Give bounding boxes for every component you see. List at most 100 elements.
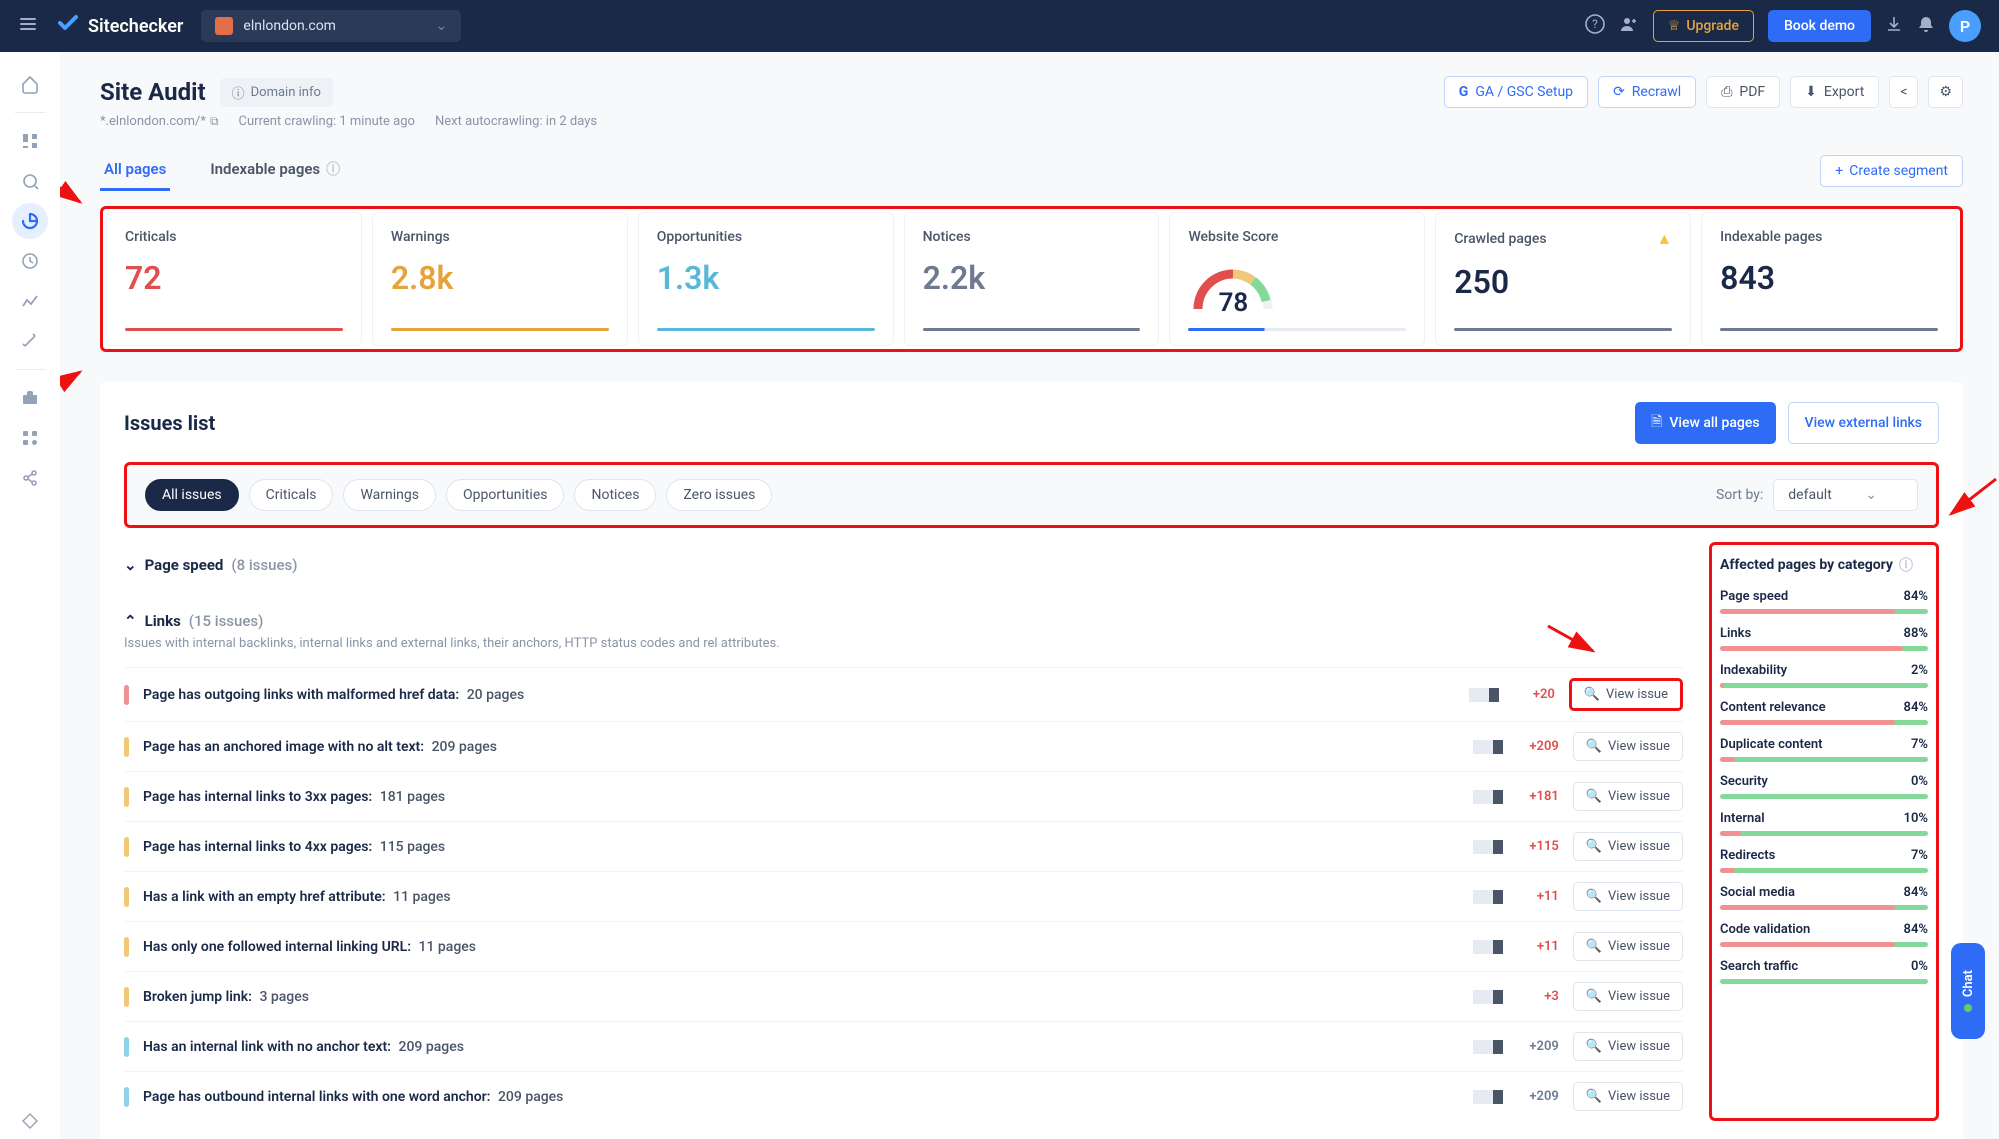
affected-title: Affected pages by categoryⓘ (1716, 549, 1932, 575)
scope-link[interactable]: *.elnlondon.com/*⧉ (100, 114, 219, 129)
affected-category[interactable]: Security0% (1716, 774, 1932, 799)
chevron-down-icon: ⌄ (124, 556, 137, 574)
category-bar (1720, 757, 1928, 762)
create-segment-button[interactable]: + Create segment (1820, 155, 1963, 187)
view-issue-button[interactable]: 🔍View issue (1573, 782, 1683, 811)
affected-category[interactable]: Social media84% (1716, 885, 1932, 910)
menu-icon[interactable] (18, 14, 38, 38)
user-avatar[interactable]: P (1949, 10, 1981, 42)
sidebar-monitor-icon[interactable] (12, 243, 48, 279)
issue-text: Page has an anchored image with no alt t… (143, 739, 424, 755)
filter-notices[interactable]: Notices (574, 479, 656, 511)
upgrade-button[interactable]: ♕ Upgrade (1653, 10, 1754, 42)
stat-warnings[interactable]: Warnings 2.8k (372, 212, 628, 346)
share-button[interactable]: < (1889, 76, 1918, 108)
sidebar-apps-icon[interactable] (12, 420, 48, 456)
sidebar-diamond-icon[interactable] (12, 1103, 48, 1139)
view-issue-button[interactable]: 🔍View issue (1573, 932, 1683, 961)
score-gauge: 78 (1188, 259, 1278, 314)
stat-bar (391, 328, 609, 331)
stat-score[interactable]: Website Score 78 (1169, 212, 1425, 346)
sidebar-home-icon[interactable] (12, 66, 48, 102)
chat-widget[interactable]: Chat (1951, 943, 1985, 1039)
issue-sparkline (1473, 740, 1503, 754)
svg-text:?: ? (1592, 17, 1598, 31)
affected-category[interactable]: Links 88% (1716, 626, 1932, 651)
issues-section: Issues list 🗎View all pages View externa… (100, 382, 1963, 1139)
issue-sparkline (1469, 688, 1499, 702)
affected-category[interactable]: Internal10% (1716, 811, 1932, 836)
export-button[interactable]: ⬇Export (1790, 76, 1879, 108)
tab-indexable[interactable]: Indexable pagesⓘ (206, 149, 344, 192)
download-icon: ⬇ (1805, 84, 1817, 100)
view-issue-button[interactable]: 🔍View issue (1573, 882, 1683, 911)
pdf-button[interactable]: ⎙PDF (1706, 76, 1780, 108)
plus-icon: + (1835, 163, 1843, 179)
stat-crawled[interactable]: Crawled pages▲ 250 (1435, 212, 1691, 346)
affected-category[interactable]: Duplicate content7% (1716, 737, 1932, 762)
search-icon: 🔍 (1586, 839, 1602, 854)
filter-warnings[interactable]: Warnings (343, 479, 436, 511)
stat-notices[interactable]: Notices 2.2k (904, 212, 1160, 346)
sidebar-magic-icon[interactable] (12, 323, 48, 359)
info-icon: ⓘ (1899, 555, 1913, 575)
affected-category[interactable]: Redirects7% (1716, 848, 1932, 873)
ga-gsc-button[interactable]: GGA / GSC Setup (1444, 76, 1588, 108)
view-external-button[interactable]: View external links (1788, 402, 1939, 444)
category-name: Links (1720, 626, 1751, 641)
view-issue-button[interactable]: 🔍View issue (1573, 1082, 1683, 1111)
stat-label: Criticals (125, 229, 343, 245)
stat-value: 2.8k (391, 259, 609, 297)
view-issue-button[interactable]: 🔍View issue (1573, 832, 1683, 861)
view-issue-button[interactable]: 🔍View issue (1573, 732, 1683, 761)
sidebar-insights-icon[interactable] (12, 163, 48, 199)
category-links[interactable]: ⌃ Links (15 issues) (124, 602, 1683, 640)
sidebar-toolbox-icon[interactable] (12, 380, 48, 416)
filter-opportunities[interactable]: Opportunities (446, 479, 565, 511)
category-pct: 88% (1904, 626, 1928, 641)
issue-pages: 3 pages (259, 989, 309, 1005)
affected-category[interactable]: Indexability2% (1716, 663, 1932, 688)
view-issue-button[interactable]: 🔍View issue (1573, 1032, 1683, 1061)
settings-button[interactable]: ⚙ (1928, 76, 1963, 108)
view-issue-button[interactable]: 🔍View issue (1573, 982, 1683, 1011)
category-name: Redirects (1720, 848, 1775, 863)
stat-bar (1720, 328, 1938, 331)
affected-category[interactable]: Search traffic0% (1716, 959, 1932, 984)
affected-category[interactable]: Code validation84% (1716, 922, 1932, 947)
issue-pages: 20 pages (467, 687, 524, 703)
view-issue-button[interactable]: 🔍View issue (1569, 678, 1683, 711)
help-icon[interactable]: ? (1585, 14, 1605, 39)
recrawl-button[interactable]: ⟳Recrawl (1598, 76, 1696, 108)
severity-marker (124, 837, 129, 857)
sidebar-audit-icon[interactable] (12, 203, 48, 239)
add-user-icon[interactable] (1619, 14, 1639, 39)
stat-criticals[interactable]: Criticals 72 (106, 212, 362, 346)
issue-sparkline (1473, 890, 1503, 904)
book-demo-button[interactable]: Book demo (1768, 10, 1871, 42)
filter-all[interactable]: All issues (145, 479, 239, 511)
domain-info-button[interactable]: ⓘ Domain info (220, 78, 333, 107)
filter-zero[interactable]: Zero issues (666, 479, 772, 511)
affected-category[interactable]: Content relevance84% (1716, 700, 1932, 725)
sidebar-analytics-icon[interactable] (12, 283, 48, 319)
download-icon[interactable] (1885, 15, 1903, 38)
domain-info-label: Domain info (251, 85, 321, 100)
view-all-pages-button[interactable]: 🗎View all pages (1635, 402, 1775, 444)
stat-label: Warnings (391, 229, 609, 245)
sidebar-dashboard-icon[interactable] (12, 123, 48, 159)
filter-criticals[interactable]: Criticals (249, 479, 334, 511)
stat-indexable[interactable]: Indexable pages 843 (1701, 212, 1957, 346)
site-selector[interactable]: elnlondon.com ⌄ (201, 10, 461, 42)
brand-logo[interactable]: Sitechecker (56, 11, 183, 41)
stat-opportunities[interactable]: Opportunities 1.3k (638, 212, 894, 346)
create-segment-label: Create segment (1849, 163, 1948, 179)
affected-category[interactable]: Page speed84% (1716, 589, 1932, 614)
tab-all-pages[interactable]: All pages (100, 150, 170, 191)
category-page-speed[interactable]: ⌄ Page speed (8 issues) (124, 546, 1683, 584)
issue-delta: +3 (1517, 989, 1559, 1004)
brand-name: Sitechecker (88, 16, 183, 37)
sidebar-share-icon[interactable] (12, 460, 48, 496)
sort-select[interactable]: default ⌄ (1773, 479, 1918, 511)
bell-icon[interactable] (1917, 15, 1935, 38)
